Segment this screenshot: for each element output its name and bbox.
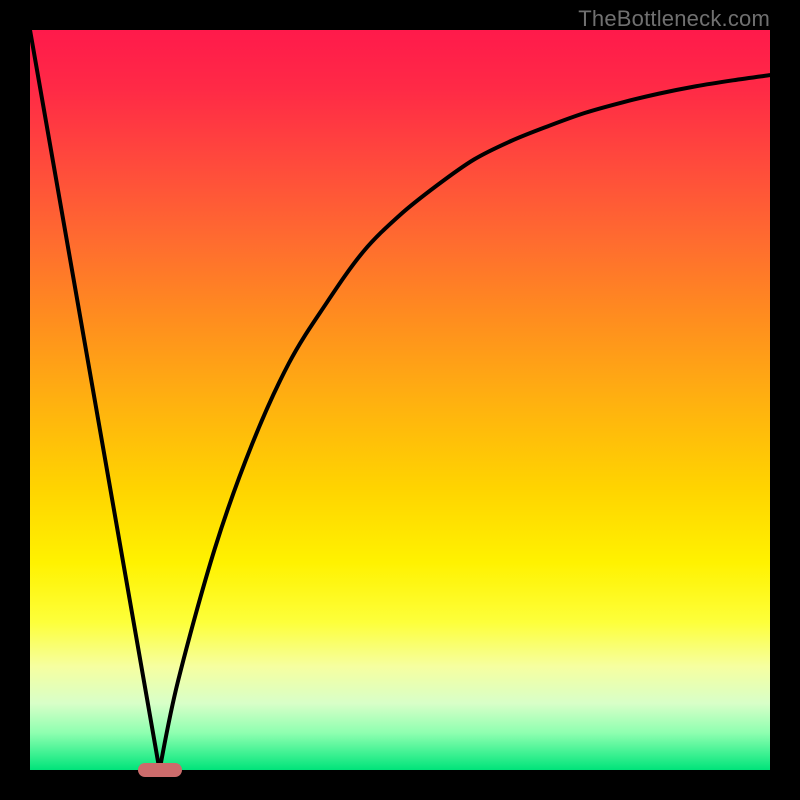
- curve-left-segment: [30, 30, 160, 770]
- curve-right-segment: [160, 75, 771, 770]
- plot-area: [30, 30, 770, 770]
- curve-layer: [30, 30, 770, 770]
- chart-frame: TheBottleneck.com: [0, 0, 800, 800]
- minimum-marker: [138, 763, 182, 777]
- attribution-label: TheBottleneck.com: [578, 6, 770, 32]
